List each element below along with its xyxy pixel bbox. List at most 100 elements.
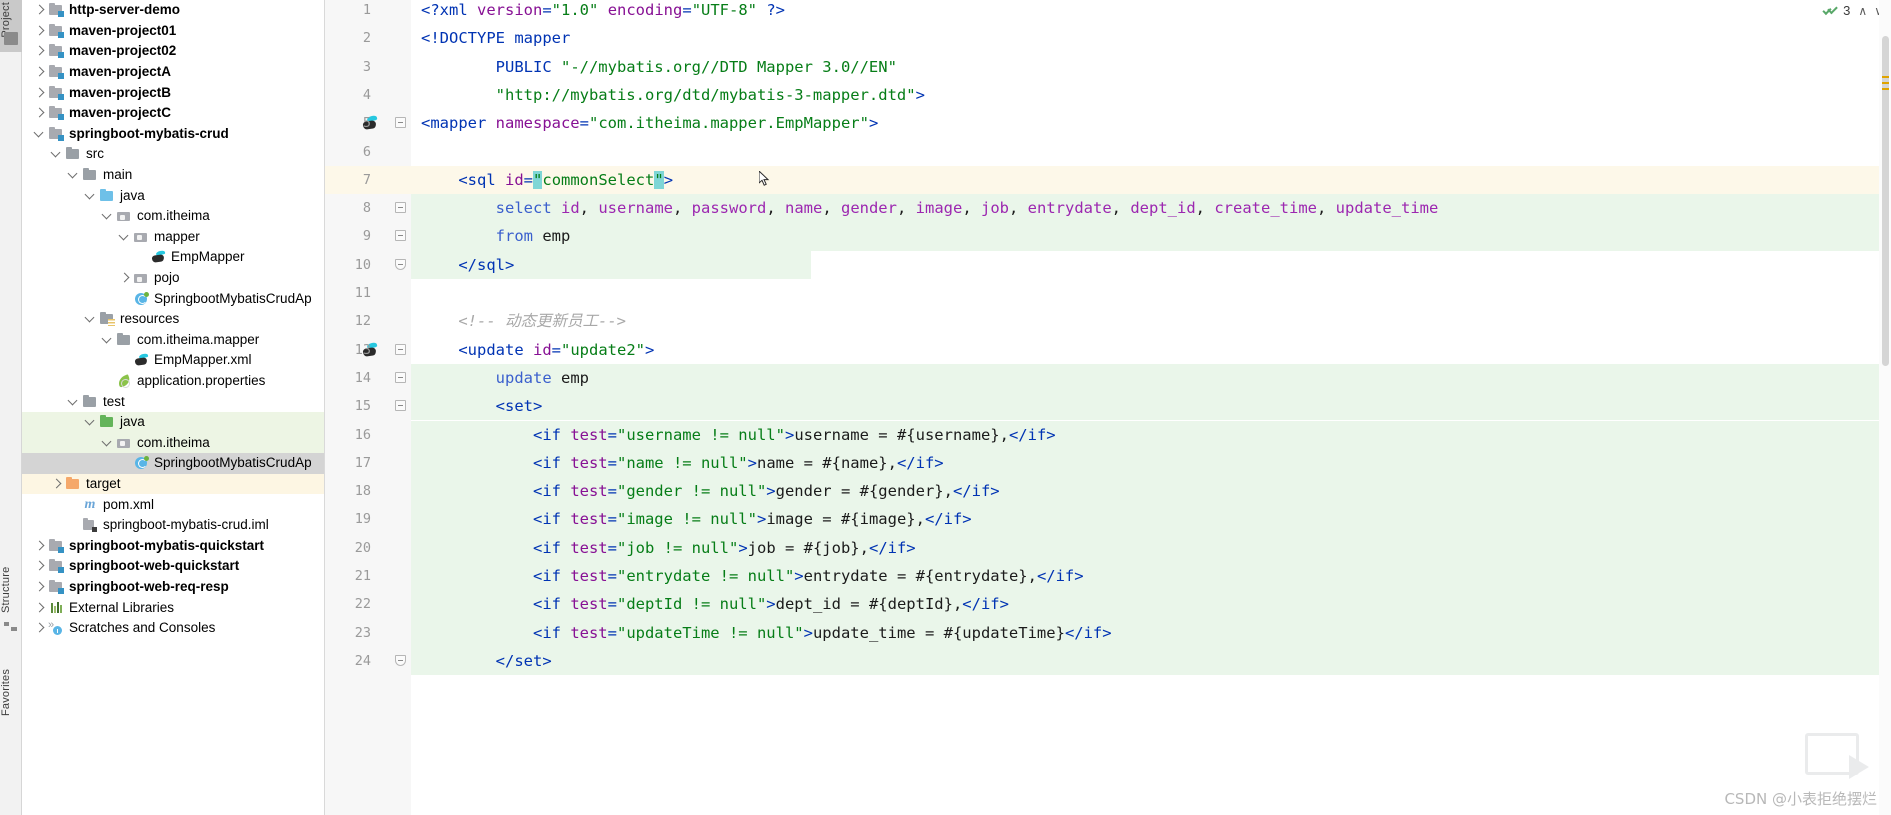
chevron-right-icon[interactable]: [34, 581, 46, 593]
chevron-right-icon[interactable]: [34, 602, 46, 614]
code-line[interactable]: </set>: [411, 647, 1891, 675]
error-stripe-mark[interactable]: [1882, 76, 1889, 78]
chevron-down-icon[interactable]: [51, 148, 63, 160]
tree-item[interactable]: java: [22, 185, 324, 206]
tree-item[interactable]: main: [22, 165, 324, 186]
code-fold-marker[interactable]: [395, 202, 406, 214]
code-line[interactable]: select id, username, password, name, gen…: [411, 194, 1891, 222]
previous-highlight-button[interactable]: ∧: [1858, 4, 1867, 18]
code-line[interactable]: [411, 279, 1891, 307]
tree-item[interactable]: com.itheima.mapper: [22, 330, 324, 351]
chevron-down-icon[interactable]: [68, 169, 80, 181]
chevron-right-icon[interactable]: [34, 4, 46, 16]
code-line[interactable]: <if test="username != null">username = #…: [411, 421, 1891, 449]
toolwindow-button-favorites[interactable]: Favorites: [0, 645, 22, 740]
code-fold-marker[interactable]: [395, 117, 406, 129]
code-line[interactable]: "http://mybatis.org/dtd/mybatis-3-mapper…: [411, 81, 1891, 109]
chevron-down-icon[interactable]: [34, 128, 46, 140]
chevron-right-icon[interactable]: [119, 272, 131, 284]
code-line[interactable]: <if test="entrydate != null">entrydate =…: [411, 562, 1891, 590]
code-line[interactable]: PUBLIC "-//mybatis.org//DTD Mapper 3.0//…: [411, 53, 1891, 81]
tree-item[interactable]: http-server-demo: [22, 0, 324, 21]
tree-item[interactable]: springboot-mybatis-crud.iml: [22, 515, 324, 536]
code-line[interactable]: <update id="update2">: [411, 336, 1891, 364]
inspection-widget[interactable]: 3 ∧ ∨: [1823, 3, 1883, 18]
tree-item[interactable]: springboot-mybatis-quickstart: [22, 535, 324, 556]
tree-item[interactable]: Scratches and Consoles: [22, 618, 324, 639]
tree-item[interactable]: SpringbootMybatisCrudAp: [22, 288, 324, 309]
code-fold-marker[interactable]: [395, 371, 406, 383]
chevron-down-icon[interactable]: [68, 396, 80, 408]
code-line[interactable]: update emp: [411, 364, 1891, 392]
tree-item[interactable]: maven-projectB: [22, 82, 324, 103]
tree-item[interactable]: maven-project02: [22, 41, 324, 62]
code-fold-marker[interactable]: [395, 343, 406, 355]
code-editor[interactable]: <?xml version="1.0" encoding="UTF-8" ?> <…: [325, 0, 1891, 815]
code-line[interactable]: <set>: [411, 392, 1891, 420]
code-line[interactable]: <if test="job != null">job = #{job},</if…: [411, 534, 1891, 562]
tree-item[interactable]: application.properties: [22, 371, 324, 392]
chevron-right-icon[interactable]: [34, 560, 46, 572]
chevron-down-icon[interactable]: [119, 231, 131, 243]
error-stripe-mark[interactable]: [1882, 88, 1889, 90]
code-line[interactable]: <if test="gender != null">gender = #{gen…: [411, 477, 1891, 505]
tree-item[interactable]: src: [22, 144, 324, 165]
code-line[interactable]: <if test="updateTime != null">update_tim…: [411, 619, 1891, 647]
icon-badge: [58, 134, 64, 141]
code-line[interactable]: [411, 138, 1891, 166]
chevron-down-icon[interactable]: [102, 334, 114, 346]
chevron-right-icon[interactable]: [34, 25, 46, 37]
code-line[interactable]: </sql>: [411, 251, 1891, 279]
chevron-down-icon[interactable]: [85, 190, 97, 202]
tree-item[interactable]: m pom.xml: [22, 494, 324, 515]
code-text-area[interactable]: <?xml version="1.0" encoding="UTF-8" ?> <…: [411, 0, 1891, 815]
tree-item[interactable]: maven-projectC: [22, 103, 324, 124]
error-stripe-mark[interactable]: [1882, 82, 1889, 84]
tree-item[interactable]: springboot-web-quickstart: [22, 556, 324, 577]
tree-item[interactable]: EmpMapper: [22, 247, 324, 268]
tree-item[interactable]: External Libraries: [22, 597, 324, 618]
chevron-right-icon[interactable]: [34, 87, 46, 99]
code-line[interactable]: <mapper namespace="com.itheima.mapper.Em…: [411, 109, 1891, 137]
chevron-down-icon[interactable]: [102, 437, 114, 449]
tree-item[interactable]: mapper: [22, 227, 324, 248]
code-line[interactable]: <?xml version="1.0" encoding="UTF-8" ?>: [411, 0, 1891, 24]
tree-item[interactable]: com.itheima: [22, 206, 324, 227]
chevron-right-icon[interactable]: [34, 107, 46, 119]
code-line[interactable]: <sql id="commonSelect">: [411, 166, 1891, 194]
chevron-down-icon[interactable]: [102, 210, 114, 222]
project-tree[interactable]: http-server-demo maven-project01 maven-pro…: [22, 0, 324, 638]
code-token: test: [570, 595, 608, 614]
tree-item[interactable]: target: [22, 473, 324, 495]
code-line[interactable]: <if test="deptId != null">dept_id = #{de…: [411, 590, 1891, 618]
code-fold-marker[interactable]: [395, 654, 406, 666]
code-fold-marker[interactable]: [395, 258, 406, 270]
code-fold-marker[interactable]: [395, 230, 406, 242]
chevron-down-icon[interactable]: [85, 416, 97, 428]
code-fold-marker[interactable]: [395, 400, 406, 412]
tree-item[interactable]: SpringbootMybatisCrudAp: [22, 453, 324, 474]
code-line[interactable]: <if test="image != null">image = #{image…: [411, 505, 1891, 533]
tree-item[interactable]: resources: [22, 309, 324, 330]
chevron-right-icon[interactable]: [34, 66, 46, 78]
editor-scrollbar-track[interactable]: [1879, 0, 1891, 815]
chevron-right-icon[interactable]: [51, 478, 63, 490]
tree-item[interactable]: com.itheima: [22, 432, 324, 454]
tree-item[interactable]: springboot-mybatis-crud: [22, 124, 324, 145]
tree-item[interactable]: maven-project01: [22, 21, 324, 42]
chevron-down-icon[interactable]: [85, 313, 97, 325]
chevron-right-icon[interactable]: [34, 45, 46, 57]
tree-item[interactable]: java: [22, 411, 324, 433]
chevron-right-icon[interactable]: [34, 622, 46, 634]
tree-item[interactable]: test: [22, 391, 324, 412]
tree-item[interactable]: springboot-web-req-resp: [22, 577, 324, 598]
tree-item[interactable]: pojo: [22, 268, 324, 289]
code-line[interactable]: <!-- 动态更新员工-->: [411, 307, 1891, 335]
tree-item[interactable]: EmpMapper.xml: [22, 350, 324, 371]
chevron-right-icon[interactable]: [34, 540, 46, 552]
code-line[interactable]: <if test="name != null">name = #{name},<…: [411, 449, 1891, 477]
code-line[interactable]: <!DOCTYPE mapper: [411, 24, 1891, 52]
code-line[interactable]: from emp: [411, 222, 1891, 250]
editor-scrollbar-thumb[interactable]: [1882, 36, 1889, 366]
tree-item[interactable]: maven-projectA: [22, 62, 324, 83]
